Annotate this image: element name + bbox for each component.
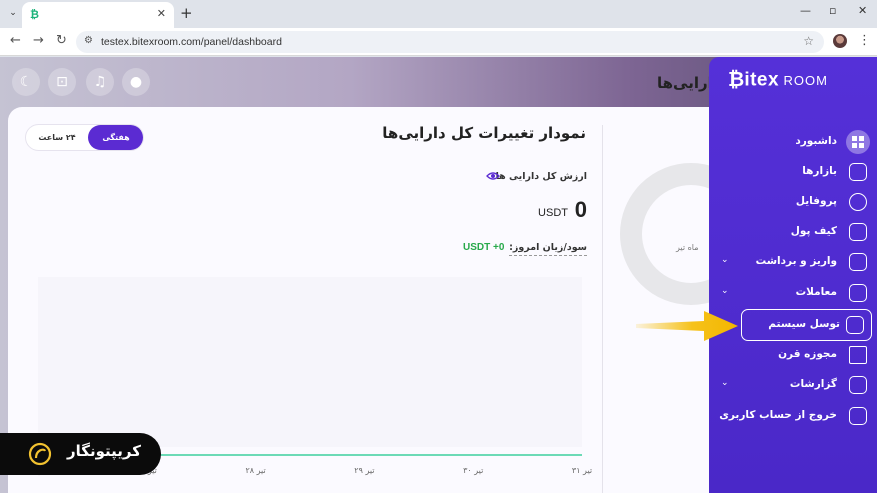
calculator-icon[interactable]: ⊡ xyxy=(48,68,76,96)
profile-icon xyxy=(849,193,867,211)
reload-icon[interactable]: ↻ xyxy=(56,33,67,48)
deposit-icon xyxy=(849,253,867,271)
total-assets-value: 0 xyxy=(574,197,587,222)
logout-icon xyxy=(849,407,867,425)
panel-divider xyxy=(602,125,603,493)
tab-search-icon[interactable]: ⌄ xyxy=(6,6,20,20)
x-tick-label: ۲۹ تیر xyxy=(354,466,374,475)
notification-bell-icon[interactable]: ♫ xyxy=(86,68,114,96)
close-tab-icon[interactable]: ✕ xyxy=(157,7,166,20)
range-toggle: ۲۴ ساعت هفتگی xyxy=(25,124,144,151)
crown-icon xyxy=(849,346,867,364)
chevron-down-icon[interactable]: ⌄ xyxy=(721,286,729,296)
user-account-icon[interactable]: ● xyxy=(122,68,150,96)
range-24h-option[interactable]: ۲۴ ساعت xyxy=(26,125,88,150)
sidebar-item-label: پروفایل xyxy=(795,195,837,207)
today-pnl-value: USDT +0 xyxy=(463,242,505,253)
maximize-icon[interactable]: ▫ xyxy=(829,4,836,17)
watermark-text: کریپتونگار xyxy=(67,442,141,460)
sidebar-item-trades[interactable]: ⌄ معاملات xyxy=(709,278,877,308)
window-close-icon[interactable]: ✕ xyxy=(858,4,867,17)
trades-icon xyxy=(849,284,867,302)
forward-icon[interactable]: → xyxy=(33,33,44,48)
total-assets-label: ارزش کل دارایی ها xyxy=(495,171,587,182)
x-tick-label: ۳۰ تیر xyxy=(463,466,483,475)
sidebar-item-label: خروج از حساب کاربری xyxy=(719,409,837,421)
sidebar-item-century-license[interactable]: مجوزه قرن xyxy=(709,340,877,370)
logo-text: itex xyxy=(744,69,780,91)
sidebar-item-system[interactable]: توسل سیستم xyxy=(741,309,872,341)
sidebar-item-profile[interactable]: پروفایل xyxy=(709,187,877,217)
sidebar-item-label: واریز و برداشت xyxy=(755,255,837,267)
x-tick-label: ۲۸ تیر xyxy=(245,466,265,475)
chart-title: نمودار تغییرات کل دارایی‌ها xyxy=(382,124,586,142)
range-weekly-option[interactable]: هفتگی xyxy=(88,125,143,150)
sidebar-item-label: داشبورد xyxy=(795,135,837,147)
minimize-icon[interactable]: — xyxy=(800,4,811,17)
new-tab-button[interactable]: + xyxy=(180,4,193,22)
browser-tab-bar: ⌄ ₿ ✕ + — ▫ ✕ xyxy=(0,0,877,28)
watermark-badge: کریپتونگار xyxy=(0,433,161,475)
wallet-icon xyxy=(849,223,867,241)
sidebar-item-label: گزارشات xyxy=(789,378,837,390)
sidebar-item-reports[interactable]: ⌄ گزارشات xyxy=(709,370,877,400)
watermark-logo-icon xyxy=(28,442,52,466)
sidebar-item-markets[interactable]: بازارها xyxy=(709,157,877,187)
sidebar-item-dashboard[interactable]: داشبورد xyxy=(709,127,877,157)
bookmark-star-icon[interactable]: ☆ xyxy=(803,34,814,48)
sidebar-item-label: معاملات xyxy=(795,286,837,298)
sidebar-item-logout[interactable]: خروج از حساب کاربری xyxy=(709,401,877,431)
browser-tab[interactable]: ₿ ✕ xyxy=(22,2,174,28)
site-info-icon[interactable]: ⚙ xyxy=(84,35,93,46)
logo-suffix: ROOM xyxy=(783,73,828,88)
plot-area xyxy=(38,277,582,447)
sidebar-item-wallet[interactable]: کیف پول xyxy=(709,217,877,247)
donut-center-text: ماه تیر xyxy=(676,243,699,252)
sidebar-item-label: کیف پول xyxy=(790,225,837,237)
pointer-arrow-icon xyxy=(636,311,738,341)
sidebar-item-label: مجوزه قرن xyxy=(778,348,837,360)
sidebar: ₿itex ROOM داشبورد بازارها پروفایل کیف پ… xyxy=(709,57,877,493)
total-assets-unit: USDT xyxy=(538,207,568,219)
address-bar[interactable]: ⚙ testex.bitexroom.com/panel/dashboard ☆ xyxy=(76,31,824,53)
chevron-down-icon[interactable]: ⌄ xyxy=(721,255,729,265)
profile-avatar[interactable] xyxy=(833,34,847,48)
browser-menu-icon[interactable]: ⋮ xyxy=(858,33,871,48)
eye-icon[interactable] xyxy=(486,171,500,181)
browser-toolbar: ← → ↻ ⚙ testex.bitexroom.com/panel/dashb… xyxy=(0,28,877,56)
markets-icon xyxy=(849,163,867,181)
dark-mode-icon[interactable]: ☾ xyxy=(12,68,40,96)
chevron-down-icon[interactable]: ⌄ xyxy=(721,378,729,388)
url-text[interactable]: testex.bitexroom.com/panel/dashboard xyxy=(101,36,282,48)
dashboard-icon xyxy=(846,130,870,154)
sidebar-item-label: توسل سیستم xyxy=(768,318,840,330)
x-tick-label: ۳۱ تیر xyxy=(572,466,592,475)
bitexroom-logo[interactable]: ₿itex ROOM xyxy=(728,69,828,92)
site-favicon: ₿ xyxy=(30,8,39,21)
reports-icon xyxy=(849,376,867,394)
system-icon xyxy=(846,316,864,334)
back-icon[interactable]: ← xyxy=(10,33,21,48)
sidebar-item-deposit-withdraw[interactable]: ⌄ واریز و برداشت xyxy=(709,247,877,277)
logo-mark: ₿ xyxy=(728,69,745,91)
today-pnl-label: سود/زیان امروز: xyxy=(509,242,587,256)
sidebar-item-label: بازارها xyxy=(802,165,837,177)
